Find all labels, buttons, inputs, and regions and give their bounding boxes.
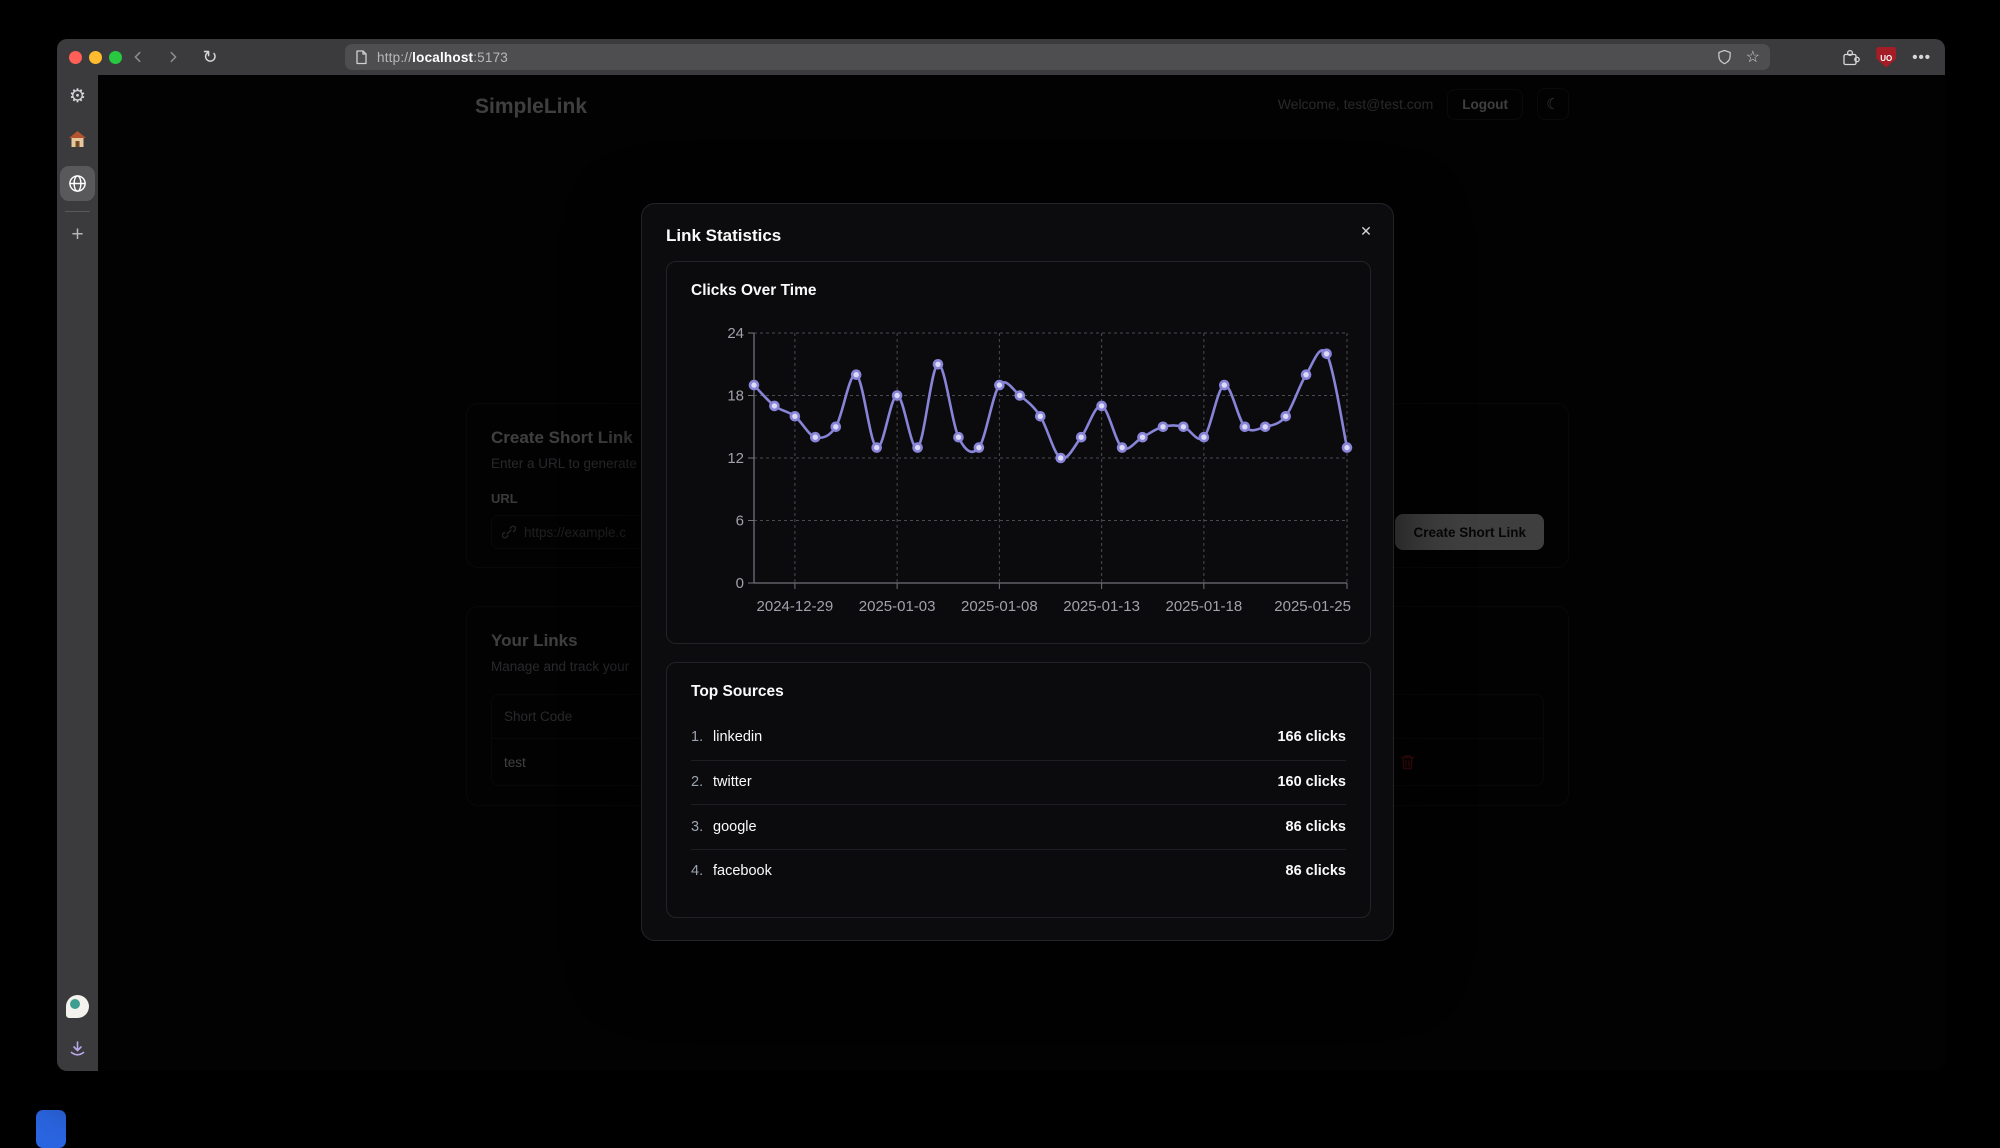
sidebar-divider xyxy=(65,211,90,212)
tracking-shield-icon[interactable] xyxy=(1717,49,1732,65)
top-sources-card: Top Sources 1. linkedin 166 clicks 2. tw… xyxy=(666,662,1371,918)
svg-text:0: 0 xyxy=(736,575,744,592)
globe-icon xyxy=(68,174,87,193)
chart-title: Clicks Over Time xyxy=(691,282,817,300)
source-rank: 3. xyxy=(691,819,713,835)
home-tab-icon[interactable] xyxy=(57,127,98,151)
page-icon xyxy=(355,50,368,65)
zoom-window-button[interactable] xyxy=(109,51,122,64)
svg-text:2025-01-08: 2025-01-08 xyxy=(961,598,1038,615)
source-name: twitter xyxy=(713,774,752,790)
source-rank: 2. xyxy=(691,774,713,790)
forward-button[interactable] xyxy=(162,46,184,68)
source-row: 2. twitter 160 clicks xyxy=(691,760,1346,805)
house-icon xyxy=(68,130,87,148)
source-row: 3. google 86 clicks xyxy=(691,804,1346,849)
clicks-over-time-card: Clicks Over Time 0 6 12 18 24 2024-12-29 2025-… xyxy=(666,261,1371,644)
svg-text:2025-01-18: 2025-01-18 xyxy=(1165,598,1242,615)
source-clicks: 160 clicks xyxy=(1277,774,1346,790)
source-name: facebook xyxy=(713,863,772,879)
active-tab[interactable] xyxy=(60,166,95,201)
source-clicks: 86 clicks xyxy=(1286,863,1346,879)
svg-text:2025-01-13: 2025-01-13 xyxy=(1063,598,1140,615)
source-clicks: 166 clicks xyxy=(1277,729,1346,745)
url-text: http://localhost:5173 xyxy=(377,50,508,65)
browser-window: ↻ http://localhost:5173 ☆ UO ••• ⚙ xyxy=(57,39,1945,1071)
close-icon: ✕ xyxy=(1360,223,1372,240)
bookmark-star-icon[interactable]: ☆ xyxy=(1746,47,1760,67)
source-row: 4. facebook 86 clicks xyxy=(691,849,1346,894)
svg-text:2025-01-03: 2025-01-03 xyxy=(859,598,936,615)
downloads-icon[interactable] xyxy=(57,1037,98,1059)
browser-toolbar: ↻ http://localhost:5173 ☆ UO ••• xyxy=(57,39,1945,75)
close-window-button[interactable] xyxy=(69,51,82,64)
page-viewport: SimpleLink Welcome, test@test.com Logout… xyxy=(98,75,1945,1071)
top-sources-list: 1. linkedin 166 clicks 2. twitter 160 cl… xyxy=(691,715,1346,893)
svg-text:18: 18 xyxy=(727,388,744,405)
desktop-blue-item xyxy=(36,1110,66,1148)
svg-text:6: 6 xyxy=(736,513,744,530)
browser-logo-icon[interactable] xyxy=(66,995,89,1018)
minimize-window-button[interactable] xyxy=(89,51,102,64)
source-clicks: 86 clicks xyxy=(1286,819,1346,835)
svg-text:2025-01-25: 2025-01-25 xyxy=(1274,598,1351,615)
source-row: 1. linkedin 166 clicks xyxy=(691,715,1346,760)
address-bar[interactable]: http://localhost:5173 ☆ xyxy=(345,44,1770,70)
reload-button[interactable]: ↻ xyxy=(199,46,221,68)
clicks-chart: 0 6 12 18 24 2024-12-29 2025-01-03 2025-01-08 20… xyxy=(681,320,1361,620)
top-sources-title: Top Sources xyxy=(691,683,784,701)
svg-text:24: 24 xyxy=(727,325,744,342)
modal-title: Link Statistics xyxy=(666,226,781,246)
svg-text:12: 12 xyxy=(727,450,744,467)
extensions-puzzle-icon[interactable] xyxy=(1841,48,1860,67)
sidebar: ⚙ + xyxy=(57,75,98,1071)
back-button[interactable] xyxy=(127,46,149,68)
source-rank: 1. xyxy=(691,729,713,745)
source-rank: 4. xyxy=(691,863,713,879)
new-tab-button[interactable]: + xyxy=(57,223,98,247)
ublock-extension-icon[interactable]: UO xyxy=(1876,47,1896,68)
settings-gear-icon[interactable]: ⚙ xyxy=(57,85,98,107)
source-name: google xyxy=(713,819,757,835)
source-name: linkedin xyxy=(713,729,762,745)
modal-close-button[interactable]: ✕ xyxy=(1353,218,1379,244)
svg-text:2024-12-29: 2024-12-29 xyxy=(757,598,834,615)
menu-more-icon[interactable]: ••• xyxy=(1912,49,1931,66)
link-statistics-modal: Link Statistics ✕ Clicks Over Time 0 6 12 1… xyxy=(641,203,1394,941)
